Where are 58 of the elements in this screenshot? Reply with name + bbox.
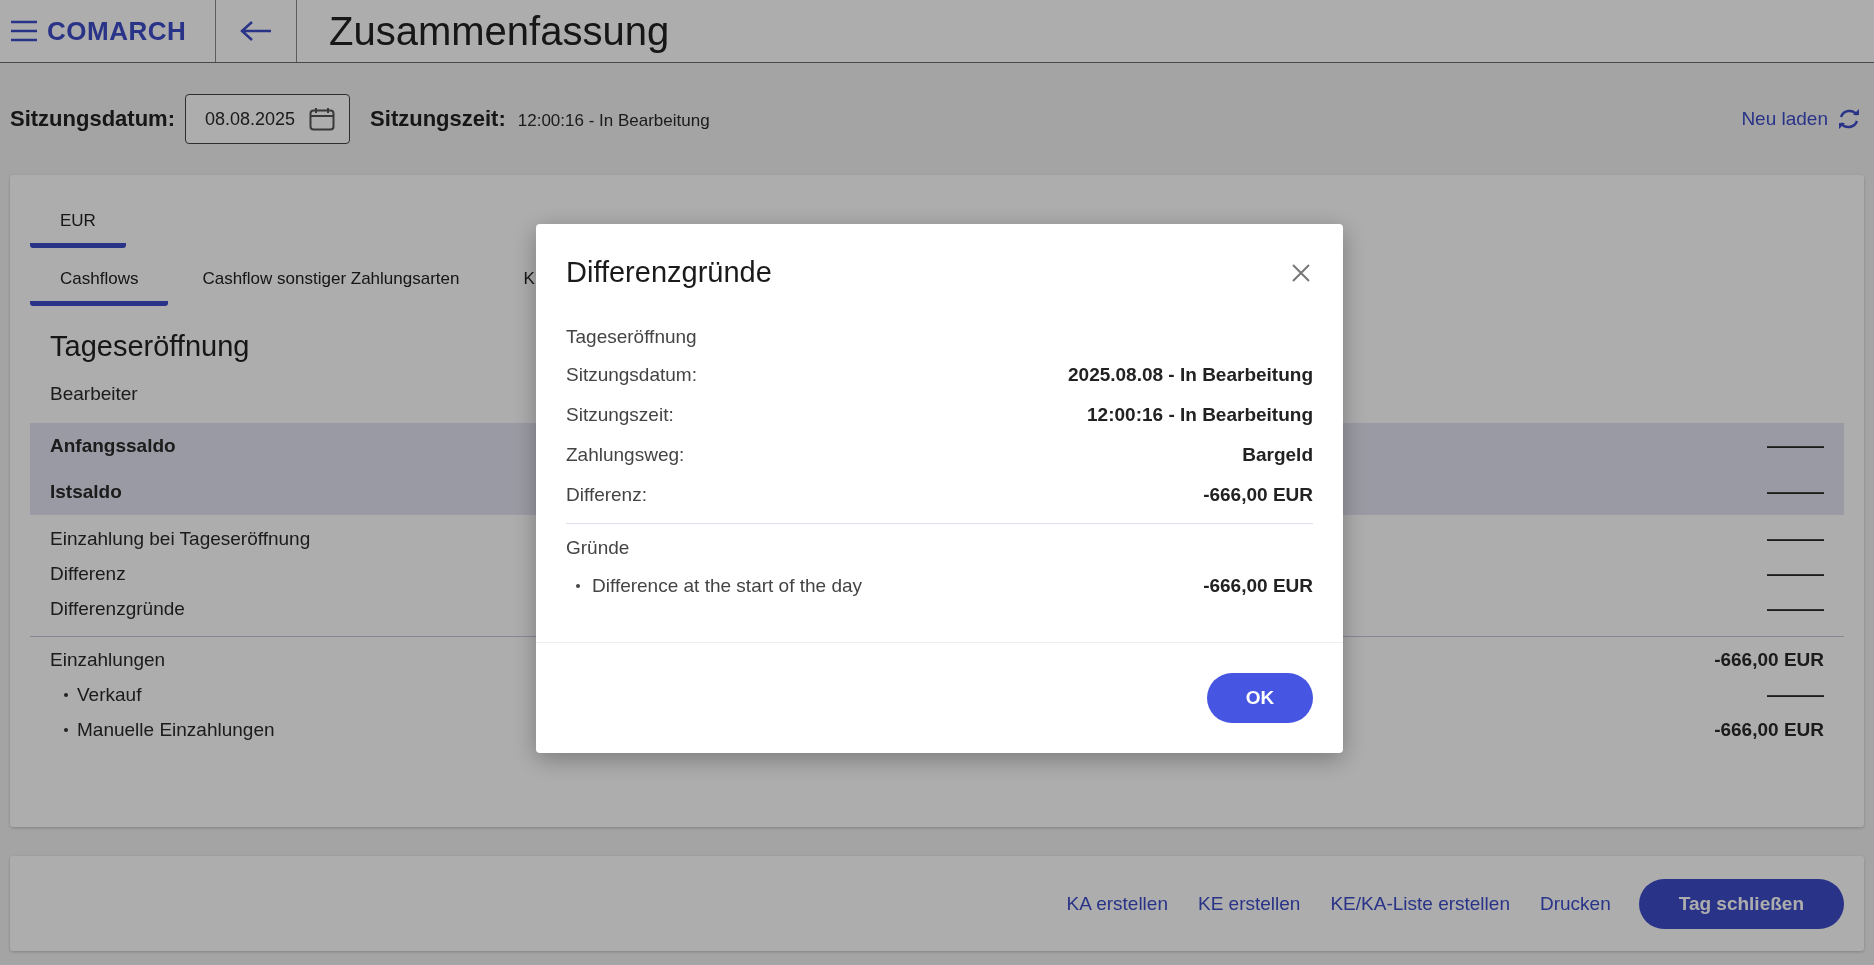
field-label: Differenz:	[566, 484, 647, 506]
field-value: -666,00 EUR	[1203, 484, 1313, 506]
tab[interactable]: Cashflows	[30, 262, 169, 306]
row-label: Bearbeiter	[50, 383, 138, 405]
field-label: Zahlungsweg:	[566, 444, 685, 466]
row-label: Einzahlung bei Tageseröffnung	[50, 527, 311, 550]
bullet-dot	[64, 727, 68, 732]
row-value: ———	[1767, 562, 1824, 585]
bullet-dot	[64, 692, 68, 697]
row-label: Anfangssaldo	[50, 435, 176, 457]
dialog-subtitle: Tageseröffnung	[566, 325, 698, 349]
row-label: Differenzgründe	[50, 597, 185, 620]
row-value: ———	[1767, 527, 1824, 550]
row-value: ———	[1767, 435, 1824, 457]
action-link[interactable]: Drucken	[1539, 892, 1611, 915]
row-value: ———	[1767, 481, 1824, 503]
reload-button[interactable]: Neu laden	[1741, 107, 1862, 131]
field-value: 2025.08.08 - In Bearbeitung	[1068, 364, 1313, 386]
logo: COMARCH	[47, 15, 187, 47]
close-button[interactable]	[1291, 262, 1311, 283]
time-value: 12:00:16 - In Bearbeitung	[517, 111, 710, 131]
row-label: Einzahlungen	[50, 648, 166, 671]
dialog-title: Differenzgründe	[566, 256, 772, 289]
field-label: Sitzungsdatum:	[566, 364, 697, 386]
calendar-icon	[309, 107, 336, 131]
row-label: Istsaldo	[50, 481, 122, 503]
reasons-title: Gründe	[566, 536, 631, 560]
row-label: Differenz	[50, 562, 126, 585]
time-label: Sitzungszeit:	[370, 106, 506, 132]
refresh-icon	[1836, 107, 1862, 131]
row-label: Verkauf	[77, 683, 142, 706]
reason-label: Difference at the start of the day	[592, 575, 863, 597]
row-value: -666,00 EUR	[1714, 648, 1824, 671]
ok-button[interactable]: OK	[1207, 673, 1313, 723]
section-title: Tageseröffnung	[50, 330, 250, 363]
bullet-dot	[576, 584, 580, 588]
field-label: Sitzungszeit:	[566, 404, 674, 426]
row-value: ———	[1767, 597, 1824, 620]
field-value: 12:00:16 - In Bearbeitung	[1087, 404, 1313, 426]
date-field[interactable]: 08.08.2025	[185, 94, 351, 144]
action-link[interactable]: KA erstellen	[1066, 892, 1168, 915]
back-arrow-icon	[240, 20, 272, 42]
field-value: Bargeld	[1242, 444, 1313, 466]
tab[interactable]: K	[493, 262, 565, 306]
row-value: -666,00 EUR	[1714, 718, 1824, 741]
back-button[interactable]	[240, 20, 272, 42]
action-link[interactable]: KE erstellen	[1197, 892, 1301, 915]
row-label: Manuelle Einzahlungen	[77, 718, 275, 741]
close-icon	[1291, 262, 1311, 283]
row-value: ———	[1767, 683, 1824, 706]
date-label: Sitzungsdatum:	[10, 106, 175, 132]
tab[interactable]: Cashflow sonstiger Zahlungsarten	[172, 262, 490, 306]
currency-tab[interactable]: EUR	[30, 204, 126, 248]
action-link[interactable]: KE/KA-Liste erstellen	[1330, 892, 1510, 915]
menu-icon[interactable]	[10, 20, 38, 42]
reason-value: -666,00 EUR	[1203, 575, 1313, 597]
close-day-button[interactable]: Tag schließen	[1638, 878, 1844, 929]
page-title: Zusammenfassung	[329, 8, 670, 54]
